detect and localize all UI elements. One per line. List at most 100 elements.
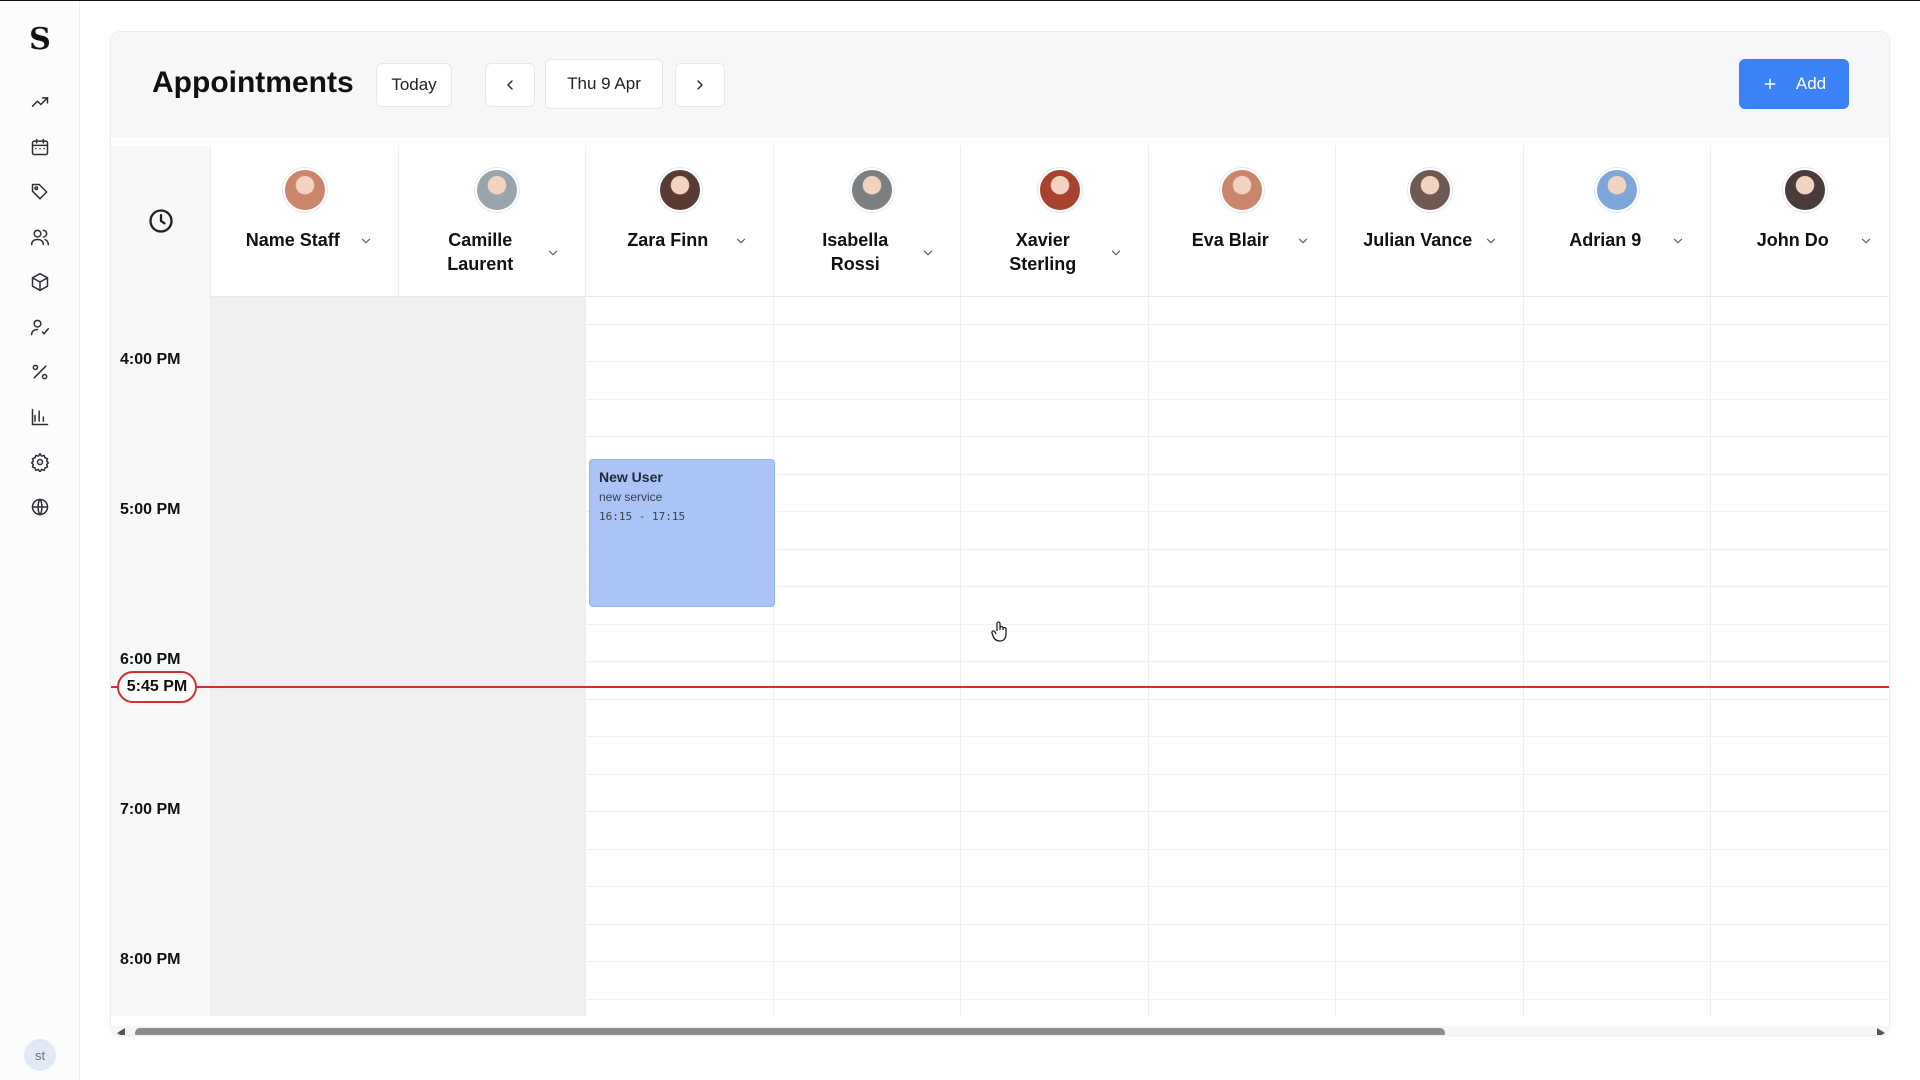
- user-check-icon[interactable]: [26, 313, 54, 341]
- time-label: 6:00 PM: [120, 651, 181, 668]
- avatar: [1220, 168, 1265, 212]
- staff-column-slots[interactable]: [586, 297, 774, 1016]
- unavailable-column: [398, 297, 586, 1016]
- staff-column-slots[interactable]: [961, 297, 1149, 1016]
- current-time-badge: 5:45 PM: [117, 671, 197, 703]
- staff-column-header[interactable]: Julian Vance: [1336, 146, 1524, 297]
- time-label: 8:00 PM: [120, 951, 181, 968]
- staff-column-header[interactable]: Isabella Rossi: [773, 146, 961, 297]
- appointments-panel: Appointments Today Thu 9 Apr Add Name St…: [110, 31, 1890, 1036]
- today-button[interactable]: Today: [376, 63, 452, 107]
- staff-name: John Do: [1719, 228, 1867, 252]
- staff-column-slots[interactable]: [1149, 297, 1336, 1016]
- appointment-service: new service: [599, 490, 663, 504]
- staff-column-header[interactable]: John Do: [1711, 146, 1889, 297]
- globe-icon[interactable]: [26, 493, 54, 521]
- slot-gridline: [211, 361, 1889, 362]
- slot-gridline: [211, 586, 1889, 587]
- chevron-down-icon[interactable]: [1109, 246, 1123, 260]
- time-label: 7:00 PM: [120, 801, 181, 818]
- avatar: [657, 168, 702, 212]
- slot-gridline: [211, 998, 1889, 1000]
- chevron-right-icon: [692, 77, 708, 93]
- slot-gridline: [211, 473, 1889, 475]
- appointment-time: 16:15 - 17:15: [599, 510, 686, 523]
- current-time-line: [111, 686, 1889, 688]
- chevron-down-icon[interactable]: [734, 234, 748, 248]
- avatar: [282, 168, 327, 212]
- calendar-icon[interactable]: [26, 133, 54, 161]
- toolbar: Appointments Today Thu 9 Apr Add: [111, 32, 1889, 138]
- staff-name: Adrian 9: [1532, 228, 1680, 252]
- date-picker-button[interactable]: Thu 9 Apr: [545, 59, 663, 109]
- chevron-down-icon[interactable]: [359, 234, 373, 248]
- staff-column-header[interactable]: Name Staff: [211, 146, 399, 297]
- users-icon[interactable]: [26, 223, 54, 251]
- slot-gridline: [211, 698, 1889, 700]
- tag-icon[interactable]: [26, 178, 54, 206]
- staff-name-line: Julian Vance: [1363, 230, 1473, 250]
- gear-icon[interactable]: [26, 448, 54, 476]
- chevron-down-icon[interactable]: [1484, 234, 1498, 248]
- clock-icon: [147, 207, 175, 235]
- avatar: [1782, 168, 1827, 212]
- staff-column-slots[interactable]: [1711, 297, 1889, 1016]
- chevron-down-icon[interactable]: [1671, 234, 1685, 248]
- slot-gridline: [211, 436, 1889, 437]
- bar-chart-icon[interactable]: [26, 403, 54, 431]
- scroll-right-arrow-icon[interactable]: [1877, 1028, 1885, 1035]
- staff-name-line: Sterling: [1009, 254, 1077, 274]
- slot-gridline: [211, 961, 1889, 962]
- staff-column-header[interactable]: Camille Laurent: [398, 146, 586, 297]
- chevron-down-icon[interactable]: [1296, 234, 1310, 248]
- staff-column-header[interactable]: Eva Blair: [1148, 146, 1336, 297]
- slot-gridline: [211, 811, 1889, 812]
- prev-day-button[interactable]: [485, 63, 535, 107]
- chevron-down-icon[interactable]: [1859, 234, 1873, 248]
- calendar-grid: Name Staff Camille Laurent Zara Finn Isabell…: [111, 146, 1889, 1035]
- avatar: [475, 168, 520, 212]
- staff-name: Zara Finn: [594, 228, 742, 252]
- add-appointment-button[interactable]: Add: [1739, 59, 1849, 109]
- chevron-down-icon[interactable]: [546, 246, 560, 260]
- slot-gridline: [211, 773, 1889, 775]
- sidebar: S st: [0, 1, 80, 1080]
- slot-gridline: [211, 923, 1889, 925]
- staff-name-line: John Do: [1756, 230, 1829, 250]
- chevron-down-icon[interactable]: [921, 246, 935, 260]
- staff-name-line: Name Staff: [245, 230, 340, 250]
- staff-column-header[interactable]: Xavier Sterling: [961, 146, 1149, 297]
- staff-column-header[interactable]: Zara Finn: [586, 146, 774, 297]
- staff-name-line: Isabella: [822, 230, 889, 250]
- percent-icon[interactable]: [26, 358, 54, 386]
- appointment-card[interactable]: New User new service 16:15 - 17:15: [589, 459, 775, 607]
- scrollbar-thumb[interactable]: [135, 1028, 1445, 1035]
- staff-name: Camille Laurent: [407, 228, 555, 276]
- staff-column-slots[interactable]: [1524, 297, 1711, 1016]
- slot-gridline: [211, 323, 1889, 325]
- app-logo[interactable]: S: [26, 23, 54, 57]
- slot-gridline: [211, 623, 1889, 625]
- horizontal-scrollbar[interactable]: [111, 1026, 1889, 1035]
- time-column: [111, 146, 211, 1016]
- avatar: [1595, 168, 1640, 212]
- staff-column-slots[interactable]: [1336, 297, 1524, 1016]
- avatar: [1037, 168, 1082, 212]
- page-title: Appointments: [152, 66, 354, 99]
- staff-column-slots[interactable]: [774, 297, 961, 1016]
- staff-column-header[interactable]: Adrian 9: [1523, 146, 1711, 297]
- trend-icon[interactable]: [26, 88, 54, 116]
- appointment-title: New User: [599, 469, 663, 485]
- slot-gridline: [211, 848, 1889, 850]
- scroll-left-arrow-icon[interactable]: [117, 1028, 125, 1035]
- box-icon[interactable]: [26, 268, 54, 296]
- time-label: 4:00 PM: [120, 351, 181, 368]
- slot-gridline: [211, 886, 1889, 887]
- staff-name: Julian Vance: [1344, 228, 1492, 252]
- slot-gridline: [211, 661, 1889, 662]
- staff-name-line: Adrian 9: [1569, 230, 1642, 250]
- next-day-button[interactable]: [675, 63, 725, 107]
- staff-name-line: Eva Blair: [1191, 230, 1269, 250]
- user-avatar[interactable]: st: [24, 1039, 56, 1071]
- slot-gridline: [211, 398, 1889, 400]
